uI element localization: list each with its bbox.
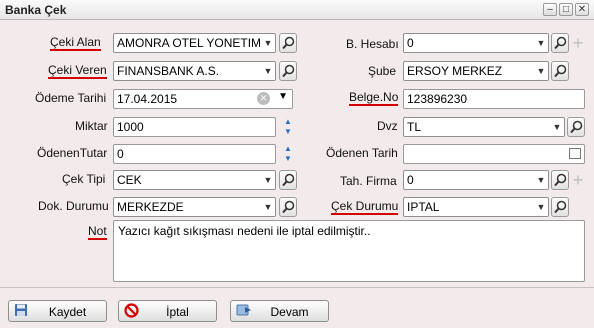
search-icon [570,120,583,134]
ceki-alan-value: AMONRA OTEL YONETIM Y [117,36,273,50]
cek-durumu-label: Çek Durumu [331,199,399,215]
belge-no-label: Belge.No [349,90,399,106]
chevron-down-icon[interactable]: ▼ [261,198,275,216]
chevron-down-icon[interactable]: ▼ [534,62,548,80]
search-icon [282,36,295,50]
cek-tipi-select[interactable]: CEK ▼ [113,170,276,190]
tah-firma-value: 0 [407,173,414,187]
dvz-select[interactable]: TL ▼ [403,117,565,137]
search-icon [554,200,567,214]
chevron-down-icon[interactable]: ▼ [550,118,564,136]
ceki-alan-select[interactable]: AMONRA OTEL YONETIM Y ▼ [113,33,276,53]
close-button[interactable]: ✕ [575,3,589,16]
ceki-alan-label: Çeki Alan [50,35,101,51]
iptal-label: İptal [166,305,189,319]
kaydet-label: Kaydet [48,305,87,319]
miktar-value: 1000 [117,120,144,134]
maximize-button[interactable]: □ [559,3,573,16]
odenen-tutar-label: ÖdenenTutar [37,146,108,160]
belge-no-value: 123896230 [407,92,468,106]
devam-label: Devam [270,305,309,319]
dok-durumu-value: MERKEZDE [117,200,184,214]
tah-firma-add-button[interactable]: + [571,170,585,190]
odeme-tarihi-datepicker[interactable]: 17.04.2015 ✕ ▼ [113,89,293,109]
odenen-tarih-datepicker[interactable] [403,144,585,164]
chevron-down-icon[interactable]: ▼ [534,34,548,52]
b-hesabi-search-button[interactable] [551,33,569,53]
miktar-label: Miktar [75,119,108,133]
chevron-down-icon[interactable]: ▼ [534,171,548,189]
chevron-down-icon[interactable]: ▼ [534,198,548,216]
calendar-icon[interactable] [569,148,581,159]
tah-firma-search-button[interactable] [551,170,569,190]
cek-tipi-value: CEK [117,173,142,187]
cek-durumu-select[interactable]: IPTAL ▼ [403,197,549,217]
odeme-tarihi-label: Ödeme Tarihi [35,91,107,105]
not-value: Yazıcı kağıt sıkışması nedeni ile iptal … [118,224,371,238]
search-icon [282,64,295,78]
miktar-input[interactable]: 1000 [113,117,276,137]
iptal-button[interactable]: İptal [118,300,217,322]
sube-search-button[interactable] [551,61,569,81]
cek-durumu-value: IPTAL [407,200,440,214]
arrow-up-icon[interactable]: ▲ [280,117,296,127]
tah-firma-select[interactable]: 0 ▼ [403,170,549,190]
ceki-veren-search-button[interactable] [279,61,297,81]
odeme-tarihi-value: 17.04.2015 [117,92,178,106]
dok-durumu-select[interactable]: MERKEZDE ▼ [113,197,276,217]
search-icon [554,173,567,187]
sube-value: ERSOY MERKEZ [407,64,503,78]
title-bar: Banka Çek – □ ✕ [0,0,594,20]
ceki-alan-search-button[interactable] [279,33,297,53]
ceki-veren-value: FINANSBANK A.S. [117,64,220,78]
arrow-up-icon[interactable]: ▲ [280,144,296,154]
cancel-icon [124,303,139,321]
dok-durumu-search-button[interactable] [279,197,297,217]
odenen-tutar-input[interactable]: 0 [113,144,276,164]
b-hesabi-value: 0 [407,36,414,50]
not-textarea[interactable]: Yazıcı kağıt sıkışması nedeni ile iptal … [113,220,585,282]
search-icon [554,36,567,50]
dok-durumu-label: Dok. Durumu [38,199,109,213]
kaydet-button[interactable]: Kaydet [8,300,107,322]
dvz-search-button[interactable] [567,117,585,137]
cek-tipi-label: Çek Tipi [62,172,106,186]
b-hesabi-select[interactable]: 0 ▼ [403,33,549,53]
arrow-down-icon[interactable]: ▼ [280,127,296,137]
chevron-down-icon[interactable]: ▼ [261,171,275,189]
odenen-tarih-label: Ödenen Tarih [326,146,398,160]
cek-durumu-search-button[interactable] [551,197,569,217]
cek-tipi-search-button[interactable] [279,170,297,190]
search-icon [282,173,295,187]
devam-button[interactable]: Devam [230,300,329,322]
odenen-tutar-stepper[interactable]: ▲ ▼ [280,144,296,164]
ceki-veren-select[interactable]: FINANSBANK A.S. ▼ [113,61,276,81]
odenen-tutar-value: 0 [117,147,124,161]
chevron-down-icon[interactable]: ▼ [261,34,275,52]
search-icon [554,64,567,78]
search-icon [282,200,295,214]
not-label: Not [88,224,107,240]
footer-toolbar: Kaydet İptal Devam [0,289,594,328]
chevron-down-icon[interactable]: ▼ [278,91,288,102]
dvz-value: TL [407,120,422,134]
clear-icon[interactable]: ✕ [257,92,270,105]
form-area: Çeki Alan AMONRA OTEL YONETIM Y ▼ Çeki V… [0,21,594,288]
b-hesabi-add-button[interactable]: + [571,33,585,53]
chevron-down-icon[interactable]: ▼ [261,62,275,80]
b-hesabi-label: B. Hesabı [346,37,399,51]
miktar-stepper[interactable]: ▲ ▼ [280,117,296,137]
belge-no-input[interactable]: 123896230 [403,89,585,109]
minimize-button[interactable]: – [543,3,557,16]
dvz-label: Dvz [377,119,398,133]
save-icon [14,303,28,320]
arrow-down-icon[interactable]: ▼ [280,154,296,164]
forward-icon [236,303,252,320]
sube-label: Şube [368,64,397,78]
tah-firma-label: Tah. Firma [340,174,397,188]
sube-select[interactable]: ERSOY MERKEZ ▼ [403,61,549,81]
ceki-veren-label: Çeki Veren [48,63,107,79]
window-title: Banka Çek [5,3,67,17]
